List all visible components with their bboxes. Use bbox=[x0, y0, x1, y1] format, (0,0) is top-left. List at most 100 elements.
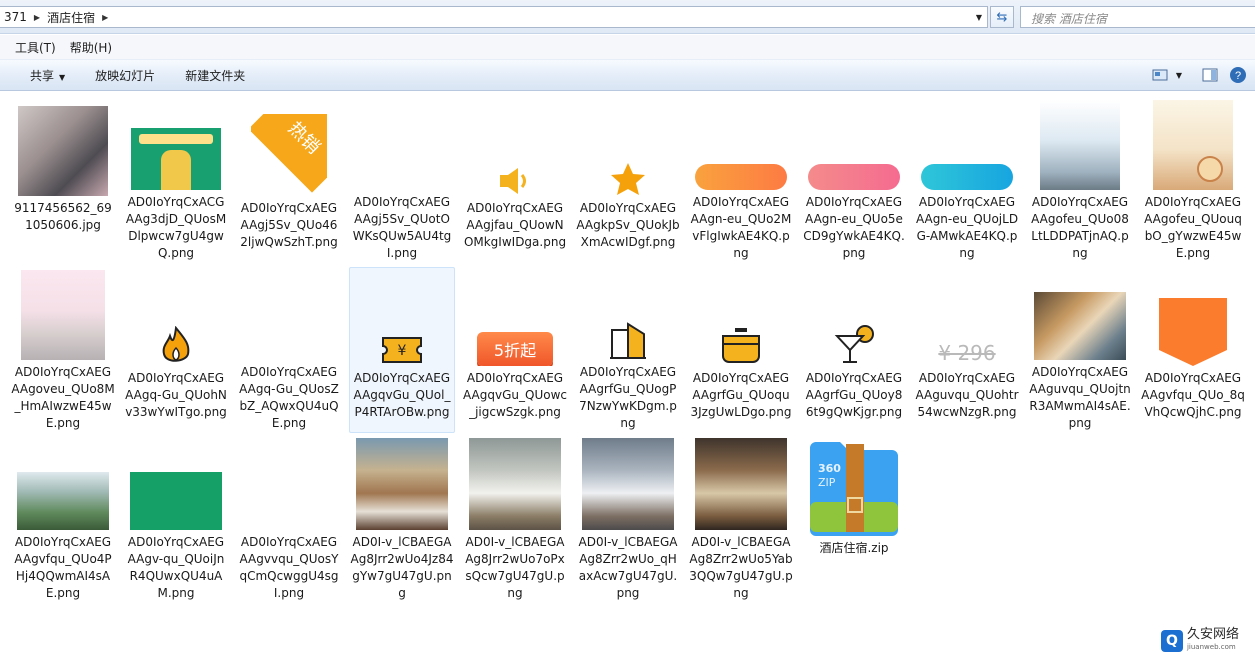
file-name-label: AD0IoYrqCxAEGAAgrfGu_QUoy86t9gQwKjgr.png bbox=[805, 371, 903, 419]
file-thumbnail bbox=[1040, 100, 1120, 190]
history-dropdown-icon[interactable]: ▼ bbox=[971, 7, 987, 27]
file-name-label: AD0I-v_lCBAEGAAg8Jrr2wUo7oPxsQcw7gU47gU.… bbox=[465, 535, 565, 600]
file-item[interactable]: AD0IoYrqCxAEGAAgrfGu_QUoqu3JzgUwLDgo.png bbox=[688, 267, 794, 433]
menu-tools[interactable]: 工具(T) bbox=[8, 37, 63, 58]
file-thumbnail bbox=[608, 322, 648, 360]
file-thumbnail bbox=[18, 106, 108, 196]
file-name-label: AD0IoYrqCxAEGAAgq-Gu_QUosZbZ_AQwxQU4uQE.… bbox=[239, 365, 339, 430]
refresh-button[interactable]: ⇆ bbox=[990, 6, 1014, 28]
thumbnail-area: 5折起 bbox=[467, 268, 563, 366]
menu-help[interactable]: 帮助(H) bbox=[63, 37, 119, 58]
file-item[interactable]: AD0IoYrqCxAEGAAgn-eu_QUojLDG-AMwkAE4KQ.p… bbox=[914, 97, 1020, 263]
file-item[interactable]: AD0I-v_lCBAEGAAg8Jrr2wUo7oPxsQcw7gU47gU.… bbox=[462, 437, 568, 603]
file-thumbnail bbox=[719, 326, 763, 366]
file-item[interactable]: AD0IoYrqCxAEGAAgvfqu_QUo4PHj4QQwmAI4sAE.… bbox=[10, 437, 116, 603]
file-name-label: AD0IoYrqCxAEGAAgvfqu_QUo4PHj4QQwmAI4sAE.… bbox=[14, 535, 112, 600]
new-folder-button[interactable]: 新建文件夹 bbox=[177, 64, 253, 87]
file-item[interactable]: AD0IoYrqCxAEGAAgvfqu_QUo_8qVhQcwQjhC.png bbox=[1140, 267, 1246, 433]
file-name-label: AD0IoYrqCxAEGAAgn-eu_QUo2MvFlgIwkAE4KQ.p… bbox=[690, 195, 792, 260]
thumbnail-area bbox=[693, 438, 789, 530]
thumbnail-area: ¥ bbox=[354, 268, 450, 366]
file-item[interactable]: AD0IoYrqCxAEGAAgn-eu_QUo5eCD9gYwkAE4KQ.p… bbox=[801, 97, 907, 263]
menu-bar: 工具(T) 帮助(H) bbox=[0, 35, 1255, 59]
slideshow-button[interactable]: 放映幻灯片 bbox=[87, 64, 163, 87]
svg-text:ZIP: ZIP bbox=[818, 476, 836, 489]
thumbnail-area bbox=[919, 98, 1015, 190]
file-item[interactable]: AD0I-v_lCBAEGAAg8Zrr2wUo5Yab3QQw7gU47gU.… bbox=[688, 437, 794, 603]
file-item[interactable]: 9117456562_691050606.jpg bbox=[10, 97, 116, 263]
share-button[interactable]: 共享 ▼ bbox=[22, 64, 73, 87]
breadcrumb[interactable]: 371 ▶ 酒店住宿 ▶ ▼ bbox=[0, 6, 988, 28]
zip-file-item[interactable]: 360 ZIP 酒店住宿.zip bbox=[801, 437, 907, 603]
file-item[interactable]: AD0IoYrqCxAEGAAgjfau_QUowNOMkgIwIDga.png bbox=[462, 97, 568, 263]
file-thumbnail: ¥ bbox=[379, 334, 425, 366]
file-name-label: AD0I-v_lCBAEGAAg8Zrr2wUo_qHaxAcw7gU47gU.… bbox=[578, 535, 678, 600]
file-thumbnail: 热销 bbox=[251, 114, 327, 196]
svg-text:¥: ¥ bbox=[398, 343, 407, 359]
file-thumbnail bbox=[695, 438, 787, 530]
file-thumbnail bbox=[158, 326, 194, 366]
breadcrumb-item-root[interactable]: 371 bbox=[0, 10, 31, 24]
file-item[interactable]: ¥ AD0IoYrqCxAEGAAgqvGu_QUol_P4RTArOBw.png bbox=[349, 267, 455, 433]
file-name-label: AD0IoYrqCxAEGAAgrfGu_QUoqu3JzgUwLDgo.png bbox=[690, 371, 792, 419]
file-name-label: AD0IoYrqCxAEGAAgvvqu_QUosYqCmQcwggU4sgI.… bbox=[239, 535, 339, 600]
file-item[interactable]: AD0IoYrqCxAEGAAgoveu_QUo8M_HmAIwzwE45wE.… bbox=[10, 267, 116, 433]
file-item[interactable]: AD0IoYrqCxAEGAAgq-Gu_QUosZbZ_AQwxQU4uQE.… bbox=[236, 267, 342, 433]
zip-archive-icon: 360 ZIP bbox=[806, 438, 902, 536]
file-name-label: 9117456562_691050606.jpg bbox=[14, 201, 112, 232]
file-item[interactable]: 5折起 AD0IoYrqCxAEGAAgqvGu_QUowc_jigcwSzgk.… bbox=[462, 267, 568, 433]
file-name-label: AD0IoYrqCxAEGAAgn-eu_QUojLDG-AMwkAE4KQ.p… bbox=[915, 195, 1019, 260]
chevron-right-icon[interactable]: ▶ bbox=[31, 13, 43, 22]
file-item[interactable]: 热销 AD0IoYrqCxAEGAAgj5Sv_QUo462ljwQwSzhT.p… bbox=[236, 97, 342, 263]
file-item[interactable]: AD0I-v_lCBAEGAAg8Jrr2wUo4Jz84gYw7gU47gU.… bbox=[349, 437, 455, 603]
file-thumbnail: ¥ 296 bbox=[938, 341, 996, 365]
file-item[interactable]: AD0IoYrqCxAEGAAgkpSv_QUokJbXmAcwIDgf.png bbox=[575, 97, 681, 263]
thumbnail-area bbox=[128, 98, 224, 190]
file-item[interactable]: AD0IoYrqCxAEGAAguvqu_QUojtnR3AMwmAI4sAE.… bbox=[1027, 267, 1133, 433]
thumbnail-area bbox=[241, 438, 337, 530]
file-item[interactable]: AD0IoYrqCxAEGAAgofeu_QUouqbO_gYwzwE45wE.… bbox=[1140, 97, 1246, 263]
file-name-label: AD0IoYrqCxAEGAAgv-qu_QUoiJnR4QUwxQU4uAM.… bbox=[127, 535, 225, 600]
file-thumbnail bbox=[695, 164, 787, 190]
file-item[interactable]: AD0IoYrqCxAEGAAgq-Gu_QUohNv33wYwITgo.png bbox=[123, 267, 229, 433]
file-thumbnail bbox=[131, 128, 221, 190]
file-item[interactable]: AD0IoYrqCxAEGAAgrfGu_QUogP7NzwYwKDgm.png bbox=[575, 267, 681, 433]
file-list-view: 9117456562_691050606.jpg AD0IoYrqCxACGAAg… bbox=[0, 92, 1255, 665]
search-input[interactable]: 搜索 酒店住宿 bbox=[1020, 6, 1255, 28]
thumbnail-area bbox=[693, 98, 789, 190]
file-item[interactable]: AD0IoYrqCxAEGAAgofeu_QUo08LtLDDPATjnAQ.p… bbox=[1027, 97, 1133, 263]
view-dropdown-icon[interactable]: ▼ bbox=[1173, 65, 1185, 85]
preview-pane-icon[interactable] bbox=[1199, 65, 1221, 85]
file-item[interactable]: AD0IoYrqCxAEGAAgn-eu_QUo2MvFlgIwkAE4KQ.p… bbox=[688, 97, 794, 263]
watermark-title: 久安网络 bbox=[1186, 627, 1239, 642]
thumbnail-area bbox=[128, 438, 224, 530]
file-name-label: AD0IoYrqCxAEGAAgj5Sv_QUo462ljwQwSzhT.png bbox=[240, 201, 338, 249]
thumbnail-area: 360 ZIP bbox=[806, 438, 902, 536]
file-item[interactable]: AD0IoYrqCxAEGAAgv-qu_QUoiJnR4QUwxQU4uAM.… bbox=[123, 437, 229, 603]
thumbnail-area bbox=[1032, 98, 1128, 190]
chevron-right-icon[interactable]: ▶ bbox=[99, 13, 111, 22]
file-item[interactable]: AD0I-v_lCBAEGAAg8Zrr2wUo_qHaxAcw7gU47gU.… bbox=[575, 437, 681, 603]
thumbnail-area bbox=[580, 438, 676, 530]
file-item[interactable]: AD0IoYrqCxAEGAAgvvqu_QUosYqCmQcwggU4sgI.… bbox=[236, 437, 342, 603]
breadcrumb-item-current[interactable]: 酒店住宿 bbox=[43, 9, 99, 26]
file-thumbnail bbox=[921, 164, 1013, 190]
file-item[interactable]: AD0IoYrqCxAEGAAgj5Sv_QUotOWKsQUw5AU4tgI.… bbox=[349, 97, 455, 263]
thumbnail-area bbox=[806, 268, 902, 366]
file-item[interactable]: AD0IoYrqCxACGAAg3djD_QUosMDlpwcw7gU4gwQ.… bbox=[123, 97, 229, 263]
file-name-label: AD0IoYrqCxAEGAAgq-Gu_QUohNv33wYwITgo.png bbox=[125, 371, 227, 419]
view-menu-icon[interactable] bbox=[1149, 65, 1171, 85]
file-name-label: 酒店住宿.zip bbox=[819, 541, 889, 555]
file-thumbnail bbox=[17, 472, 109, 530]
file-name-label: AD0IoYrqCxAEGAAgoveu_QUo8M_HmAIwzwE45wE.… bbox=[11, 365, 115, 430]
file-thumbnail bbox=[244, 488, 334, 530]
watermark-logo-icon: Q bbox=[1160, 630, 1183, 652]
file-name-label: AD0IoYrqCxACGAAg3djD_QUosMDlpwcw7gU4gwQ.… bbox=[125, 195, 227, 260]
file-thumbnail bbox=[244, 336, 334, 360]
help-icon[interactable]: ? bbox=[1227, 65, 1249, 85]
file-item[interactable]: AD0IoYrqCxAEGAAgrfGu_QUoy86t9gQwKjgr.png bbox=[801, 267, 907, 433]
chevron-down-icon: ▼ bbox=[59, 72, 66, 82]
file-name-label: AD0IoYrqCxAEGAAgj5Sv_QUotOWKsQUw5AU4tgI.… bbox=[352, 195, 452, 260]
file-name-label: AD0IoYrqCxAEGAAgrfGu_QUogP7NzwYwKDgm.png bbox=[579, 365, 677, 430]
file-item[interactable]: ¥ 296 AD0IoYrqCxAEGAAguvqu_QUohtr54wcwNzg… bbox=[914, 267, 1020, 433]
